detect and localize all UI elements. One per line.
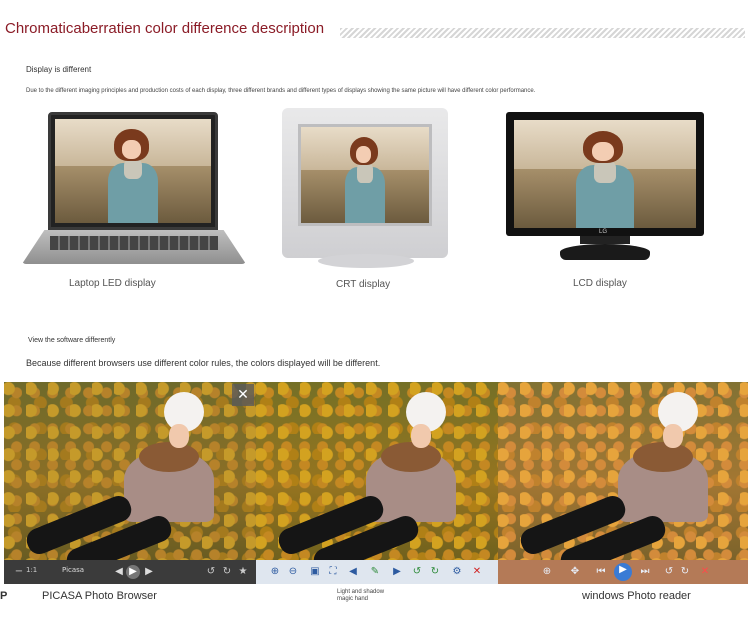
crt-screen <box>298 124 432 226</box>
next-icon[interactable]: ▶ <box>142 565 156 579</box>
fit-icon[interactable]: ▣ <box>308 565 322 579</box>
rotate-right-icon[interactable]: ↻ <box>220 565 234 579</box>
zoom-icon[interactable]: ⊕ <box>540 565 554 579</box>
rotate-left-icon[interactable]: ↺ <box>410 565 424 579</box>
star-icon[interactable]: ★ <box>236 565 250 579</box>
rotate-right-icon[interactable]: ↻ <box>428 565 442 579</box>
fullscreen-icon[interactable]: ⛶ <box>326 565 340 579</box>
windows-toolbar: ⊕ ✥ ⏮ ▶ ⏭ ↺ ↻ ✕ <box>498 560 748 584</box>
fit-icon[interactable]: ✥ <box>568 565 582 579</box>
picasa-zoom-counter: 1:1 <box>26 566 38 574</box>
delete-icon[interactable]: ✕ <box>470 565 484 579</box>
caption-prefix: P <box>0 590 8 602</box>
picasa-photo: − 1:1 Picasa ◀ ▶ ▶ ↺ ↻ ★ <box>4 382 256 584</box>
display-caption-laptop: Laptop LED display <box>69 278 156 289</box>
previous-icon[interactable]: ◀ <box>112 565 126 579</box>
title-divider <box>340 28 745 38</box>
display-caption-lcd: LCD display <box>573 278 627 289</box>
slideshow-icon[interactable]: ▶ <box>614 563 632 581</box>
section-label-display: Display is different <box>26 65 92 74</box>
viewer-caption-picasa: PICASA Photo Browser <box>42 590 157 602</box>
magic-hand-toolbar: ⊕ ⊖ ▣ ⛶ ◀ ✎ ▶ ↺ ↻ ⚙ ✕ <box>256 560 498 584</box>
zoom-out-icon[interactable]: − <box>12 565 26 579</box>
page-title: Chromaticaberratien color difference des… <box>5 20 325 37</box>
play-icon[interactable]: ▶ <box>126 565 140 579</box>
rotate-left-icon[interactable]: ↺ <box>204 565 218 579</box>
rotate-right-icon[interactable]: ↻ <box>678 565 692 579</box>
picasa-toolbar: − 1:1 Picasa ◀ ▶ ▶ ↺ ↻ ★ <box>4 560 256 584</box>
settings-icon[interactable]: ⚙ <box>450 565 464 579</box>
lg-logo: LG <box>599 229 608 235</box>
picasa-label: Picasa <box>62 566 85 574</box>
section-description-software: Because different browsers use different… <box>26 358 381 368</box>
viewer-caption-windows: windows Photo reader <box>582 590 691 602</box>
magic-hand-photo: ⊕ ⊖ ▣ ⛶ ◀ ✎ ▶ ↺ ↻ ⚙ ✕ <box>256 382 498 584</box>
lcd-stand <box>580 236 630 244</box>
crt-screen-photo <box>301 127 429 223</box>
next-icon[interactable]: ▶ <box>390 565 404 579</box>
section-description-display: Due to the different imaging principles … <box>26 88 536 94</box>
rotate-left-icon[interactable]: ↺ <box>662 565 676 579</box>
lcd-foot <box>560 244 650 260</box>
laptop-keyboard <box>50 236 218 250</box>
viewer-caption-magic-hand: Light and shadow magic hand <box>337 589 385 602</box>
delete-icon[interactable]: ✕ <box>698 565 712 579</box>
close-icon[interactable]: ✕ <box>232 384 254 406</box>
display-caption-crt: CRT display <box>336 279 391 290</box>
windows-photo: ⊕ ✥ ⏮ ▶ ⏭ ↺ ↻ ✕ <box>498 382 748 584</box>
edit-icon[interactable]: ✎ <box>368 565 382 579</box>
previous-icon[interactable]: ◀ <box>346 565 360 579</box>
crt-base <box>318 254 414 268</box>
next-icon[interactable]: ⏭ <box>638 565 652 579</box>
lcd-screen-photo <box>514 120 696 228</box>
zoom-in-icon[interactable]: ⊕ <box>268 565 282 579</box>
section-label-software: View the software differently <box>28 337 116 344</box>
laptop-icon <box>48 112 218 230</box>
zoom-out-icon[interactable]: ⊖ <box>286 565 300 579</box>
laptop-screen-photo <box>55 119 211 223</box>
title-bar: Chromaticaberratien color difference des… <box>0 14 750 50</box>
previous-icon[interactable]: ⏮ <box>594 565 608 579</box>
